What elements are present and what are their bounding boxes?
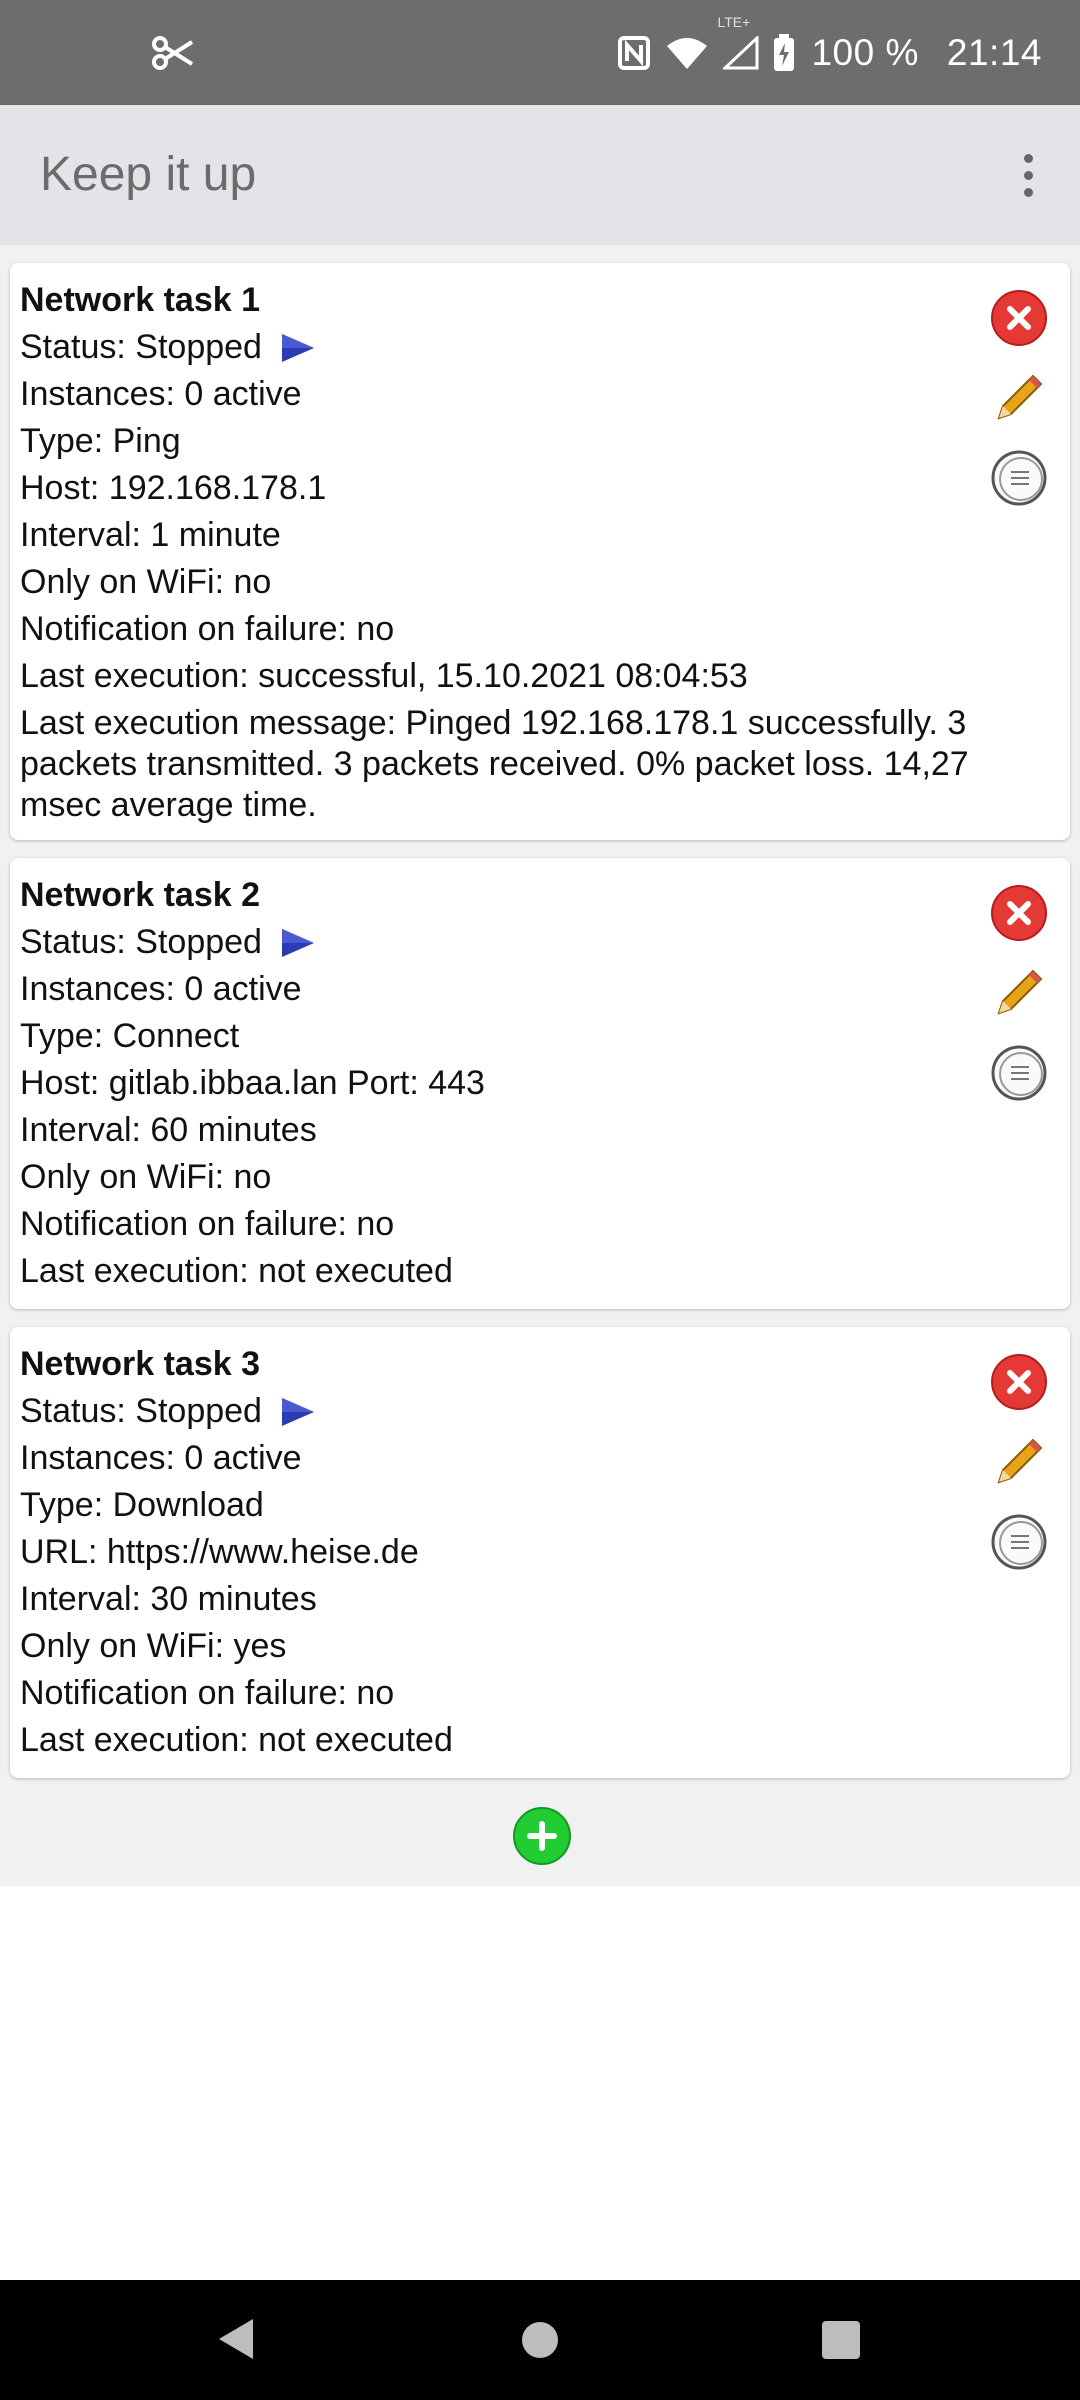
recent-apps-icon[interactable] [822, 2321, 860, 2359]
interval-text: Interval: 60 minutes [20, 1111, 317, 1149]
network-type-label: LTE+ [717, 13, 751, 30]
notification-text: Notification on failure: no [20, 610, 395, 648]
play-icon[interactable] [280, 927, 316, 959]
wifi-icon [665, 36, 709, 70]
notification-text: Notification on failure: no [20, 1205, 395, 1243]
add-icon [512, 1807, 572, 1870]
delete-icon [990, 1353, 1048, 1411]
add-row [0, 1796, 1080, 1876]
status-row: Status: Stopped [20, 324, 940, 371]
status-text: Status: Stopped [20, 328, 262, 366]
instances-text: Instances: 0 active [20, 375, 302, 413]
overflow-menu-button[interactable] [998, 145, 1058, 205]
edit-task-button[interactable] [986, 960, 1052, 1026]
task-title: Network task 1 [20, 281, 260, 319]
type-text: Type: Ping [20, 422, 181, 460]
log-task-button[interactable] [986, 1040, 1052, 1106]
task-title: Network task 3 [20, 1345, 260, 1383]
last-execution-text: Last execution: not executed [20, 1252, 453, 1290]
task-card-2: Network task 2 Status: Stopped Instances… [10, 858, 1070, 1309]
task-actions [986, 285, 1056, 525]
log-icon [989, 1043, 1049, 1103]
clock: 21:14 [946, 31, 1042, 73]
play-icon[interactable] [280, 1396, 316, 1428]
app-title: Keep it up [40, 148, 257, 201]
log-task-button[interactable] [986, 1509, 1052, 1575]
wifi-text: Only on WiFi: no [20, 1158, 272, 1196]
signal-icon: LTE+ [717, 14, 759, 70]
status-text: Status: Stopped [20, 1392, 262, 1430]
battery-icon [773, 33, 795, 72]
battery-percent: 100 % [811, 31, 919, 73]
edit-task-button[interactable] [986, 365, 1052, 431]
task-title: Network task 2 [20, 876, 260, 914]
log-icon [989, 1512, 1049, 1572]
log-task-button[interactable] [986, 445, 1052, 511]
instances-text: Instances: 0 active [20, 970, 302, 1008]
app-bar: Keep it up [0, 105, 1080, 245]
last-execution-message: Last execution message: Pinged 192.168.1… [20, 704, 969, 824]
play-icon[interactable] [280, 332, 316, 364]
interval-text: Interval: 1 minute [20, 516, 281, 554]
pencil-icon [991, 965, 1047, 1021]
delete-task-button[interactable] [986, 285, 1052, 351]
overflow-dot [1023, 153, 1033, 163]
system-nav-bar [0, 2280, 1080, 2400]
notification-text: Notification on failure: no [20, 1674, 395, 1712]
last-execution-text: Last execution: successful, 15.10.2021 0… [20, 657, 748, 695]
task-card-3: Network task 3 Status: Stopped Instances… [10, 1327, 1070, 1778]
wifi-text: Only on WiFi: yes [20, 1627, 287, 1665]
delete-task-button[interactable] [986, 1349, 1052, 1415]
wifi-text: Only on WiFi: no [20, 563, 272, 601]
back-icon[interactable] [217, 2317, 255, 2366]
status-row: Status: Stopped [20, 1388, 940, 1435]
delete-task-button[interactable] [986, 880, 1052, 946]
interval-text: Interval: 30 minutes [20, 1580, 317, 1618]
task-list: Network task 1 Status: Stopped Instances… [0, 245, 1080, 1886]
edit-task-button[interactable] [986, 1429, 1052, 1495]
url-text: URL: https://www.heise.de [20, 1533, 419, 1571]
host-text: Host: 192.168.178.1 [20, 469, 327, 507]
type-text: Type: Download [20, 1486, 264, 1524]
overflow-dot [1023, 187, 1033, 197]
log-icon [989, 448, 1049, 508]
instances-text: Instances: 0 active [20, 1439, 302, 1477]
add-task-button[interactable] [512, 1806, 572, 1866]
status-bar: LTE+ 100 % 21:14 [0, 0, 1080, 105]
home-icon[interactable] [522, 2322, 558, 2358]
scissors-icon [150, 30, 196, 76]
overflow-dot [1023, 170, 1033, 180]
type-text: Type: Connect [20, 1017, 240, 1055]
status-text: Status: Stopped [20, 923, 262, 961]
task-actions [986, 1349, 1056, 1589]
nfc-icon [617, 35, 651, 71]
pencil-icon [991, 1434, 1047, 1490]
task-card-1: Network task 1 Status: Stopped Instances… [10, 263, 1070, 840]
host-text: Host: gitlab.ibbaa.lan Port: 443 [20, 1064, 485, 1102]
pencil-icon [991, 370, 1047, 426]
delete-icon [990, 289, 1048, 347]
last-execution-text: Last execution: not executed [20, 1721, 453, 1759]
delete-icon [990, 884, 1048, 942]
task-actions [986, 880, 1056, 1120]
status-row: Status: Stopped [20, 919, 940, 966]
